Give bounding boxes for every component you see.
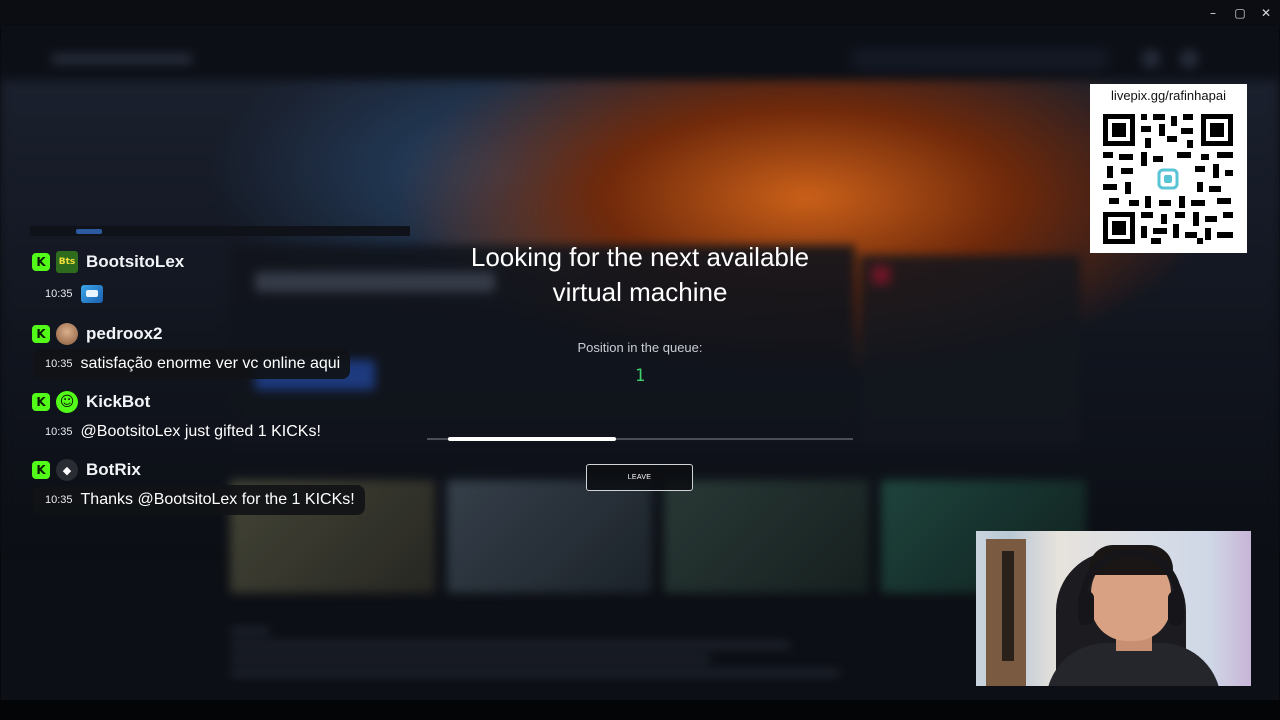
chat-username: BootsitoLex [86,252,185,271]
bg-icon [1142,50,1160,68]
webcam-door-shadow [1002,551,1014,661]
chat-username: KickBot [86,392,151,411]
chat-message: 10:35 [33,279,113,309]
webcam-feed [976,531,1251,686]
bottom-bar [0,700,1280,720]
chat-message-header: K ◆ BotRix [30,456,141,484]
chat-username: pedroox2 [86,324,163,343]
kick-badge-icon: K [32,393,50,411]
avatar [56,323,78,345]
kick-badge-icon: K [32,461,50,479]
chat-message-text: Thanks @BootsitoLex for the 1 KICKs! [80,491,355,508]
chat-username: BotRix [86,460,141,479]
chat-message: 10:35 @BootsitoLex just gifted 1 KICKs! [33,417,331,447]
queue-position-label: Position in the queue: [577,340,703,355]
emote-icon [80,285,103,303]
chat-message: 10:35 satisfação enorme ver vc online aq… [33,349,351,379]
bot-avatar-icon: ☺ [56,391,78,413]
chat-timestamp: 10:35 [45,358,73,370]
queue-position-value: 1 [634,366,646,386]
bg-side-panel [860,255,1080,445]
chat-message-header: K Bts BootsitoLex [30,248,184,276]
bg-avatar [1180,50,1198,68]
kick-badge-icon: K [32,325,50,343]
headset-ear-right [1168,591,1184,625]
bot-avatar-icon: ◆ [56,459,78,481]
qr-code-card: livepix.gg/rafinhapai [1090,84,1247,253]
chat-timestamp: 10:35 [45,426,73,438]
headset-ear-left [1078,591,1094,625]
queue-title: Looking for the next available virtual m… [440,240,840,310]
qr-code-icon [1101,112,1235,246]
chat-message-header: K pedroox2 [30,320,163,348]
bg-about-text [230,628,850,688]
chat-message-text: satisfação enorme ver vc online aqui [80,355,341,372]
chat-message-header: K ☺ KickBot [30,388,150,416]
chat-previous-message [30,226,410,236]
avatar: Bts [56,251,78,273]
bg-thumbnail [664,480,869,593]
queue-title-line: Looking for the next available [470,242,810,272]
queue-progress-fill [448,437,616,441]
qr-url-label: livepix.gg/rafinhapai [1111,88,1226,103]
bg-search-bar [850,48,1110,70]
chat-message: 10:35 Thanks @BootsitoLex for the 1 KICK… [33,485,365,515]
chat-timestamp: 10:35 [45,494,73,506]
bg-thumbnail [447,480,652,593]
queue-title-line: virtual machine [552,277,728,307]
leave-queue-button[interactable]: LEAVE [586,464,693,491]
kick-badge-icon: K [32,253,50,271]
bg-rating-badge [872,266,890,284]
chat-timestamp: 10:35 [45,288,73,300]
bg-logo [52,54,192,64]
chat-message-text: @BootsitoLex just gifted 1 KICKs! [80,423,321,440]
